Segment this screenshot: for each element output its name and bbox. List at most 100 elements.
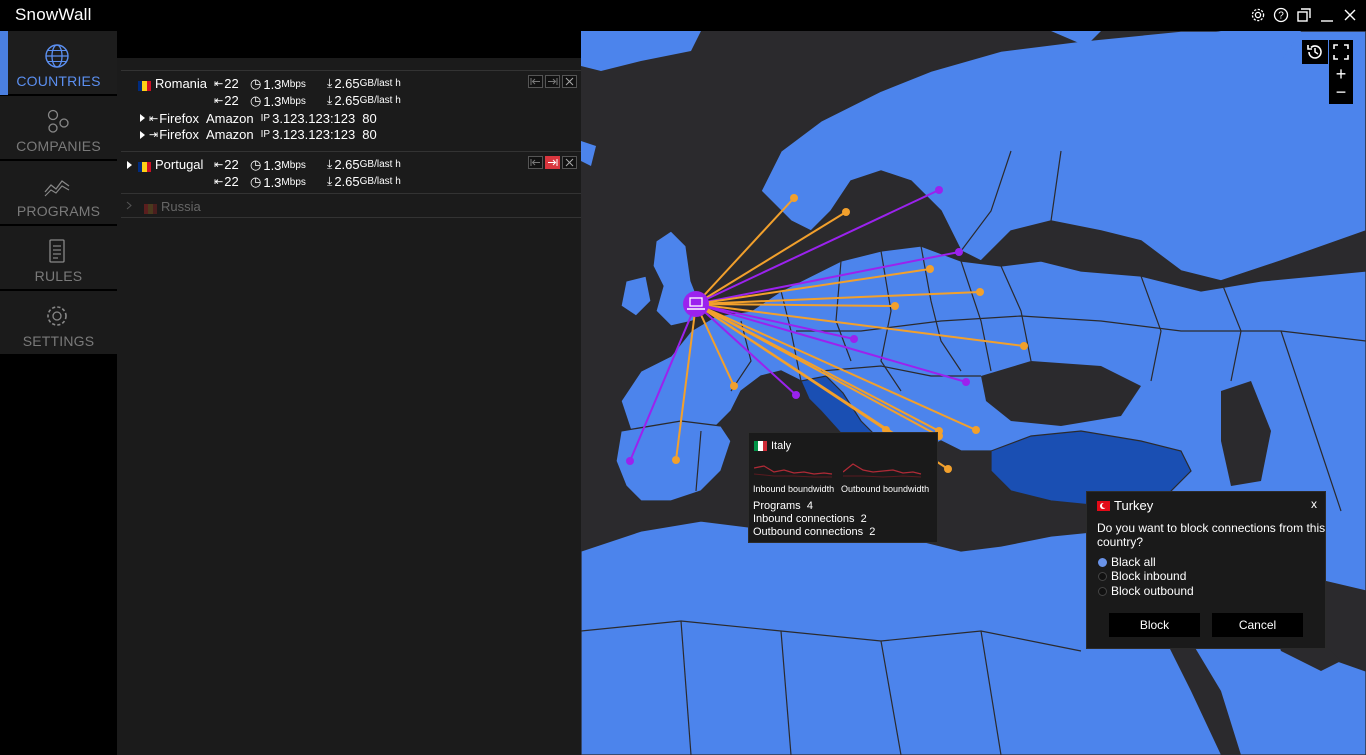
country-name-cell: Russia xyxy=(144,199,201,214)
programs-stat: Programs 4 xyxy=(753,500,813,512)
expand-country-icon[interactable] xyxy=(127,161,132,169)
inbound-sparkline xyxy=(754,465,833,478)
outbound-bandwidth-label: Outbound boundwidth xyxy=(841,484,930,494)
app-title: SnowWall xyxy=(15,5,92,24)
expand-connection-icon[interactable] xyxy=(140,114,145,122)
country-row-portugal[interactable]: Portugal ⇤ 22 ◷ 1.3 Mbps ⤓ 2.65 GB/last h ⇤ 22… xyxy=(121,151,581,193)
nav-companies[interactable]: COMPANIES xyxy=(0,96,117,160)
clock-icon: ◷ xyxy=(250,76,262,91)
chart-line-icon xyxy=(44,180,70,197)
speed: ◷ 1.3 Mbps xyxy=(250,174,306,190)
dialog-header: Turkey xyxy=(1097,498,1153,513)
list-icon xyxy=(49,239,65,263)
connection-endpoint[interactable] xyxy=(926,265,934,273)
country-name-cell: Portugal xyxy=(138,157,203,172)
block-outbound-button[interactable] xyxy=(545,75,560,88)
nav-rules[interactable]: RULES xyxy=(0,226,117,290)
nav-settings[interactable]: SETTINGS xyxy=(0,291,117,355)
block-inbound-button[interactable] xyxy=(528,75,543,88)
radio-block-inbound[interactable] xyxy=(1098,572,1107,581)
block-inbound-button[interactable] xyxy=(528,156,543,169)
chevron-right-icon[interactable] xyxy=(126,201,132,210)
zoom-out-button[interactable]: − xyxy=(1329,80,1353,104)
nav-programs[interactable]: PROGRAMS xyxy=(0,161,117,225)
block-all-button[interactable] xyxy=(562,156,577,169)
speed: ◷ 1.3 Mbps xyxy=(250,76,306,92)
connection-endpoint[interactable] xyxy=(626,457,634,465)
connection-endpoint[interactable] xyxy=(972,426,980,434)
dialog-question-2: country? xyxy=(1097,535,1144,549)
download-icon: ⤓ xyxy=(327,157,333,171)
minimize-icon[interactable] xyxy=(1318,6,1335,23)
block-country-dialog: Turkey x Do you want to block connection… xyxy=(1086,491,1326,649)
traffic: ⤓ 2.65 GB/last h xyxy=(327,76,401,91)
expand-connection-icon[interactable] xyxy=(140,131,145,139)
radio-block-outbound[interactable] xyxy=(1098,587,1107,596)
restore-icon[interactable] xyxy=(1295,6,1312,23)
block-all-button[interactable] xyxy=(562,75,577,88)
connection-row[interactable]: ⇥ Firefox Amazon IP 3.123.123:123 80 xyxy=(149,127,377,142)
connection-row[interactable]: ⇤ Firefox Amazon IP 3.123.123:123 80 xyxy=(149,111,377,126)
flag-portugal-icon xyxy=(138,160,151,172)
nav-label: SETTINGS xyxy=(22,333,95,349)
country-tooltip: Italy Inbound boundwidth Outbound boundw… xyxy=(748,432,938,543)
inbound-arrow-icon: ⇤ xyxy=(214,78,224,90)
connection-endpoint[interactable] xyxy=(944,465,952,473)
window-controls: ? xyxy=(1249,6,1358,23)
inbound-count: ⇤ 22 xyxy=(214,76,239,91)
connection-endpoint[interactable] xyxy=(976,288,984,296)
help-icon[interactable]: ? xyxy=(1272,6,1289,23)
block-outbound-button[interactable] xyxy=(545,156,560,169)
clock-icon: ◷ xyxy=(250,93,262,108)
connection-endpoint[interactable] xyxy=(955,248,963,256)
flag-turkey-icon xyxy=(1097,500,1110,511)
connection-endpoint[interactable] xyxy=(935,186,943,194)
connection-endpoint[interactable] xyxy=(790,194,798,202)
option-block-all[interactable]: Black all xyxy=(1111,555,1156,569)
connection-endpoint[interactable] xyxy=(730,382,738,390)
fullscreen-icon[interactable] xyxy=(1329,40,1353,64)
clock-icon: ◷ xyxy=(250,174,262,189)
globe-icon xyxy=(45,44,69,68)
dialog-question: Do you want to block connections from th… xyxy=(1097,521,1326,535)
countries-list-panel: Romania ⇤ 22 ◷ 1.3 Mbps ⤓ 2.65 GB/last h ⇤ 22 … xyxy=(117,31,593,755)
companies-icon xyxy=(47,109,69,133)
radio-block-all[interactable] xyxy=(1098,558,1107,567)
tooltip-header: Italy xyxy=(754,440,791,452)
row-actions xyxy=(528,75,577,88)
history-icon[interactable] xyxy=(1302,40,1328,64)
option-block-outbound[interactable]: Block outbound xyxy=(1111,584,1194,598)
outbound-sparkline xyxy=(843,463,922,478)
inbound-count: ⇤ 22 xyxy=(214,157,239,172)
list-header xyxy=(117,31,593,58)
outbound-connections-stat: Outbound connections 2 xyxy=(753,526,876,538)
nav-label: PROGRAMS xyxy=(16,203,101,219)
connection-endpoint[interactable] xyxy=(850,335,858,343)
connection-endpoint[interactable] xyxy=(962,378,970,386)
block-button[interactable]: Block xyxy=(1109,613,1200,637)
close-icon[interactable] xyxy=(1341,6,1358,23)
connection-endpoint[interactable] xyxy=(1020,342,1028,350)
country-row-russia[interactable]: Russia xyxy=(121,193,581,218)
nav-countries[interactable]: COUNTRIES xyxy=(0,31,117,95)
connection-endpoint[interactable] xyxy=(891,302,899,310)
inbound-arrow-icon: ⇤ xyxy=(149,113,159,125)
traffic: ⤓ 2.65 GB/last h xyxy=(327,157,401,172)
svg-text:?: ? xyxy=(1278,10,1284,21)
inbound-arrow-icon: ⇤ xyxy=(214,176,224,188)
dialog-close-button[interactable]: x xyxy=(1311,497,1317,511)
inbound-arrow-icon: ⇤ xyxy=(214,95,224,107)
gear-icon[interactable] xyxy=(1249,6,1266,23)
home-node[interactable] xyxy=(683,291,709,317)
download-icon: ⤓ xyxy=(327,174,333,188)
option-block-inbound[interactable]: Block inbound xyxy=(1111,569,1186,583)
clock-icon: ◷ xyxy=(250,157,262,172)
country-row-romania[interactable]: Romania ⇤ 22 ◷ 1.3 Mbps ⤓ 2.65 GB/last h ⇤ 22 … xyxy=(121,70,581,151)
sidebar: COUNTRIES COMPANIES PROGRAMS RULES SETTI… xyxy=(0,31,117,755)
connection-endpoint[interactable] xyxy=(792,391,800,399)
download-icon: ⤓ xyxy=(327,76,333,90)
cancel-button[interactable]: Cancel xyxy=(1212,613,1303,637)
connection-endpoint[interactable] xyxy=(842,208,850,216)
title-bar: SnowWall ? xyxy=(0,0,1366,31)
connection-endpoint[interactable] xyxy=(672,456,680,464)
